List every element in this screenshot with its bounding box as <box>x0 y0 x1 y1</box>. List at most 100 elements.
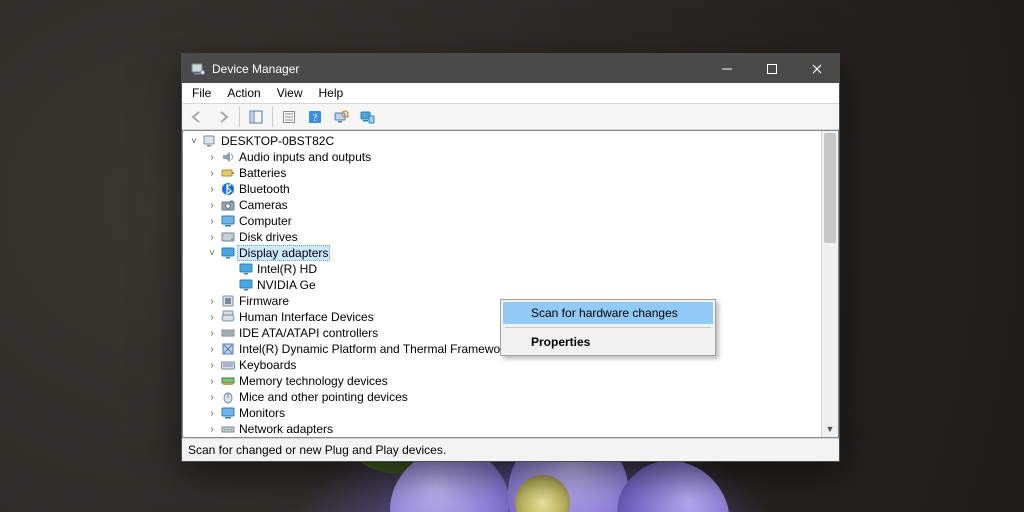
network-icon <box>220 421 236 437</box>
window-body: ˅DESKTOP-0BST82C›Audio inputs and output… <box>182 130 839 438</box>
camera-icon <box>220 197 236 213</box>
toolbar-separator <box>239 107 240 127</box>
expand-toggle[interactable]: › <box>205 408 219 419</box>
menubar: File Action View Help <box>182 83 839 104</box>
expand-toggle[interactable]: › <box>205 168 219 179</box>
app-icon <box>190 61 206 77</box>
properties-button[interactable] <box>277 105 301 129</box>
tree-category-label: Human Interface Devices <box>239 310 374 324</box>
tree-category[interactable]: › Mice and other pointing devices <box>187 389 822 405</box>
desktop-background: Device Manager File Action View Help ? <box>0 0 1024 512</box>
tree-device-label: Intel(R) HD <box>257 262 317 276</box>
show-hide-tree-button[interactable] <box>244 105 268 129</box>
device-tree-pane: ˅DESKTOP-0BST82C›Audio inputs and output… <box>182 130 839 438</box>
expand-toggle[interactable]: ˅ <box>187 136 201 147</box>
hid-icon <box>220 309 236 325</box>
expand-toggle[interactable]: › <box>205 312 219 323</box>
expand-toggle[interactable]: › <box>205 376 219 387</box>
titlebar[interactable]: Device Manager <box>182 54 839 83</box>
expand-toggle[interactable]: › <box>205 232 219 243</box>
mouse-icon <box>220 389 236 405</box>
tree-category-label: Intel(R) Dynamic Platform and Thermal Fr… <box>239 342 510 356</box>
device-tree[interactable]: ˅DESKTOP-0BST82C›Audio inputs and output… <box>183 131 822 437</box>
window-title: Device Manager <box>212 62 299 76</box>
expand-toggle[interactable]: › <box>205 296 219 307</box>
scan-hardware-button[interactable] <box>329 105 353 129</box>
menu-view[interactable]: View <box>269 84 311 102</box>
ctx-scan-hardware[interactable]: Scan for hardware changes <box>503 302 713 324</box>
tree-category[interactable]: › Computer <box>187 213 822 229</box>
tree-category-label: IDE ATA/ATAPI controllers <box>239 326 378 340</box>
tree-category-label: Batteries <box>239 166 286 180</box>
display-icon <box>238 261 254 277</box>
tree-root-label: DESKTOP-0BST82C <box>221 134 334 148</box>
firmware-icon <box>220 293 236 309</box>
battery-icon <box>220 165 236 181</box>
ide-icon <box>220 325 236 341</box>
tree-category-label: Disk drives <box>239 230 298 244</box>
memory-icon <box>220 373 236 389</box>
expand-toggle[interactable]: › <box>205 360 219 371</box>
menu-file[interactable]: File <box>184 84 219 102</box>
tree-category-label: Computer <box>239 214 292 228</box>
tree-root[interactable]: ˅ DESKTOP-0BST82C <box>187 133 822 149</box>
back-button[interactable] <box>185 105 209 129</box>
expand-toggle[interactable]: › <box>205 184 219 195</box>
tree-category-label: Firmware <box>239 294 289 308</box>
tree-category[interactable]: › Monitors <box>187 405 822 421</box>
expand-toggle[interactable]: › <box>205 344 219 355</box>
tree-device[interactable]: ·Intel(R) HD <box>187 261 822 277</box>
tree-device-label: NVIDIA Ge <box>257 278 316 292</box>
tree-category[interactable]: › Disk drives <box>187 229 822 245</box>
tree-category[interactable]: › Bluetooth <box>187 181 822 197</box>
vertical-scrollbar[interactable]: ▲ ▼ <box>821 131 838 437</box>
display-icon <box>220 245 236 261</box>
computer-icon <box>202 133 218 149</box>
tree-category-label: Mice and other pointing devices <box>239 390 408 404</box>
expand-toggle[interactable]: › <box>205 152 219 163</box>
tree-category-label: Monitors <box>239 406 285 420</box>
tree-category[interactable]: › Memory technology devices <box>187 373 822 389</box>
help-button[interactable]: ? <box>303 105 327 129</box>
tree-category-label: Audio inputs and outputs <box>239 150 371 164</box>
ctx-separator <box>505 327 711 328</box>
expand-toggle[interactable]: › <box>205 200 219 211</box>
keyboard-icon <box>220 357 236 373</box>
tree-category-label: Network adapters <box>239 422 333 436</box>
expand-toggle[interactable]: › <box>205 216 219 227</box>
tree-category-label: Memory technology devices <box>239 374 388 388</box>
close-button[interactable] <box>794 54 839 83</box>
status-text: Scan for changed or new Plug and Play de… <box>188 443 446 457</box>
audio-icon <box>220 149 236 165</box>
tree-category[interactable]: › Batteries <box>187 165 822 181</box>
ctx-properties[interactable]: Properties <box>503 331 713 353</box>
tree-category-label: Bluetooth <box>239 182 290 196</box>
tree-category[interactable]: › Audio inputs and outputs <box>187 149 822 165</box>
tree-category-label: Keyboards <box>239 358 296 372</box>
tree-category[interactable]: › Keyboards <box>187 357 822 373</box>
tree-category[interactable]: ˅ Display adapters <box>187 245 822 261</box>
tree-category[interactable]: › Cameras <box>187 197 822 213</box>
devices-button[interactable] <box>355 105 379 129</box>
forward-button[interactable] <box>211 105 235 129</box>
bluetooth-icon <box>220 181 236 197</box>
device-manager-window: Device Manager File Action View Help ? <box>181 53 840 462</box>
tree-category-label: Display adapters <box>237 245 330 261</box>
maximize-button[interactable] <box>749 54 794 83</box>
tree-device[interactable]: ·NVIDIA Ge <box>187 277 822 293</box>
scroll-down-arrow[interactable]: ▼ <box>822 421 838 437</box>
expand-toggle[interactable]: › <box>205 424 219 435</box>
display-icon <box>238 277 254 293</box>
expand-toggle[interactable]: ˅ <box>205 248 219 259</box>
tree-category[interactable]: › Network adapters <box>187 421 822 437</box>
minimize-button[interactable] <box>704 54 749 83</box>
tree-category-label: Cameras <box>239 198 288 212</box>
expand-toggle[interactable]: › <box>205 392 219 403</box>
menu-help[interactable]: Help <box>311 84 352 102</box>
statusbar: Scan for changed or new Plug and Play de… <box>182 438 839 461</box>
menu-action[interactable]: Action <box>219 84 268 102</box>
scroll-thumb[interactable] <box>824 133 836 243</box>
monitor-icon <box>220 405 236 421</box>
svg-text:?: ? <box>313 112 318 124</box>
expand-toggle[interactable]: › <box>205 328 219 339</box>
